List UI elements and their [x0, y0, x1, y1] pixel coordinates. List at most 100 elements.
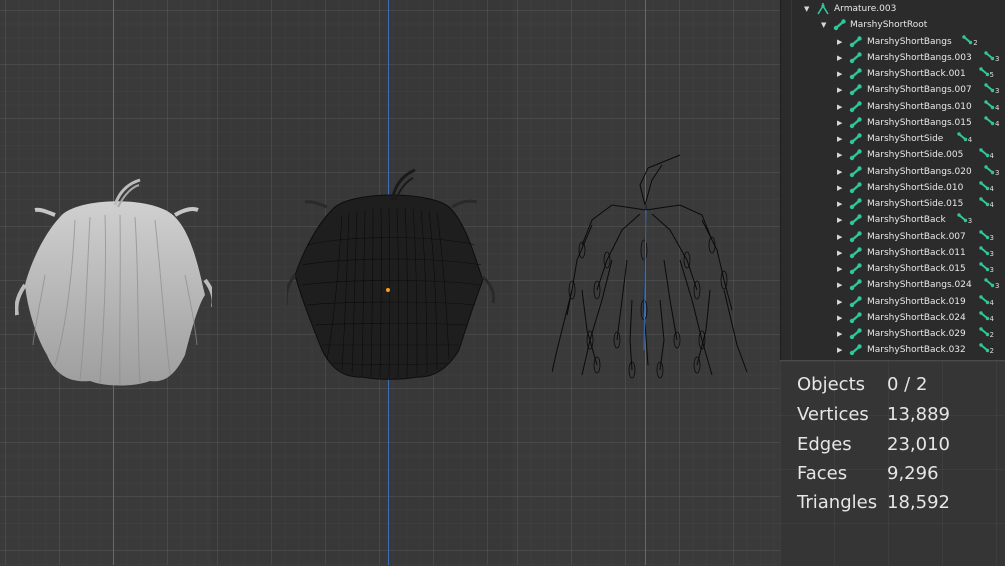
outliner-item[interactable]: ▶ MarshyShortBangs.024 3: [781, 277, 1005, 293]
outliner-item-label: MarshyShortBangs.010: [867, 101, 972, 112]
outliner-item[interactable]: ▶ MarshyShortBangs 2: [781, 34, 1005, 50]
collapsed-arrow-icon[interactable]: ▶: [837, 326, 842, 342]
outliner-item[interactable]: ▶ MarshyShortBack 3: [781, 212, 1005, 228]
child-count: 4: [995, 103, 1000, 112]
outliner-item[interactable]: ▶ MarshyShortBack.024 4: [781, 310, 1005, 326]
viewport-armature[interactable]: [512, 0, 780, 565]
collapsed-arrow-icon[interactable]: ▶: [837, 164, 842, 180]
collapsed-arrow-icon[interactable]: ▶: [837, 342, 842, 358]
collapsed-arrow-icon[interactable]: ▶: [837, 131, 842, 147]
outliner-item[interactable]: ▶ MarshyShortBack.011 3: [781, 245, 1005, 261]
bone-icon: [849, 182, 863, 194]
outliner-item[interactable]: ▼ MarshyShortRoot: [781, 17, 1005, 33]
outliner-item-label: MarshyShortBack.007: [867, 231, 966, 242]
child-count: 4: [989, 184, 995, 193]
viewport-wireframe[interactable]: [212, 0, 512, 565]
outliner-item-label: MarshyShortBangs.015: [867, 117, 972, 128]
stat-objects: Objects 0 / 2: [797, 371, 997, 399]
child-count: 5: [989, 71, 995, 79]
outliner-panel[interactable]: ▼ Armature.003 ▼ MarshyShortRoot ▶ MarshyShor…: [780, 0, 1005, 360]
collapsed-arrow-icon[interactable]: ▶: [837, 245, 842, 261]
collapsed-arrow-icon[interactable]: ▶: [837, 261, 842, 277]
collapsed-arrow-icon[interactable]: ▶: [837, 82, 842, 98]
collapsed-arrow-icon[interactable]: ▶: [837, 34, 842, 50]
bone-icon: [833, 19, 847, 31]
outliner-item[interactable]: ▶ MarshyShortSide.010 4: [781, 180, 1005, 196]
outliner-item-label: Armature.003: [834, 4, 897, 14]
bone-icon: [849, 247, 863, 259]
collapsed-arrow-icon[interactable]: ▶: [837, 277, 842, 293]
outliner-item[interactable]: ▶ MarshyShortBangs.007 3: [781, 82, 1005, 98]
stat-label: Faces: [797, 463, 848, 484]
outliner-item[interactable]: ▶ MarshyShortBack.029 2: [781, 326, 1005, 342]
child-count: 4: [995, 119, 1000, 128]
collapsed-arrow-icon[interactable]: ▶: [837, 310, 842, 326]
bone-icon: [849, 344, 863, 356]
outliner-item-label: MarshyShortBack.019: [867, 296, 966, 307]
collapsed-arrow-icon[interactable]: ▶: [837, 66, 842, 82]
outliner-item[interactable]: ▶ MarshyShortBangs.010 4: [781, 99, 1005, 115]
outliner-item[interactable]: ▶ MarshyShortBack.001 5: [781, 66, 1005, 82]
bone-icon: [849, 165, 863, 178]
collapsed-arrow-icon[interactable]: ▶: [837, 294, 842, 310]
bone-icon: [849, 198, 863, 210]
collapsed-arrow-icon[interactable]: ▶: [837, 229, 842, 245]
stat-faces: Faces 9,296: [797, 460, 997, 488]
outliner-item[interactable]: ▶ MarshyShortBack.019 4: [781, 294, 1005, 310]
scene-statistics: Objects 0 / 2 Vertices 13,889 Edges 23,0…: [780, 360, 1005, 566]
expand-arrow-icon[interactable]: ▼: [804, 1, 809, 17]
collapsed-arrow-icon[interactable]: ▶: [837, 147, 842, 163]
stat-value: 18,592: [887, 492, 950, 513]
child-count: 4: [989, 314, 995, 323]
child-count: 3: [995, 87, 1000, 96]
expand-arrow-icon[interactable]: ▼: [821, 17, 826, 33]
hair-wireframe-model: [287, 168, 496, 380]
outliner-item[interactable]: ▶ MarshyShortBangs.015 4: [781, 115, 1005, 131]
outliner-item[interactable]: ▶ MarshyShortBack.007 3: [781, 229, 1005, 245]
collapsed-arrow-icon[interactable]: ▶: [837, 50, 842, 66]
hair-solid-model: [15, 178, 215, 386]
bone-icon: [849, 52, 863, 64]
outliner-item-label: MarshyShortRoot: [850, 20, 928, 31]
stat-triangles: Triangles 18,592: [797, 489, 997, 517]
outliner-item[interactable]: ▶ MarshyShortBack.015 3: [781, 261, 1005, 277]
stat-vertices: Vertices 13,889: [797, 401, 997, 429]
collapsed-arrow-icon[interactable]: ▶: [837, 99, 842, 115]
outliner-item-label: MarshyShortBangs.007: [867, 85, 972, 96]
outliner-item[interactable]: ▶ MarshyShortBack.032 2: [781, 342, 1005, 358]
bone-icon: [849, 84, 863, 96]
outliner-item-label: MarshyShortBack.011: [867, 247, 966, 258]
bone-icon: [849, 295, 863, 308]
collapsed-arrow-icon[interactable]: ▶: [837, 115, 842, 131]
child-count: 3: [995, 54, 1000, 63]
outliner-item-label: MarshyShortBack.029: [867, 329, 966, 339]
outliner-item[interactable]: ▶ MarshyShortBangs.003 3: [781, 50, 1005, 66]
bone-icon: [849, 312, 863, 324]
stat-value: 0 / 2: [887, 374, 928, 395]
collapsed-arrow-icon[interactable]: ▶: [837, 180, 842, 196]
outliner-item[interactable]: ▶ MarshyShortBangs.020 3: [781, 164, 1005, 180]
armature-bones-model: [552, 154, 748, 379]
outliner-item-label: MarshyShortSide.010: [867, 182, 964, 193]
outliner-item-label: MarshyShortBack: [867, 215, 946, 226]
child-count: 3: [989, 233, 995, 242]
child-count: 2: [989, 347, 995, 356]
outliner-item[interactable]: ▶ MarshyShortSide 4: [781, 131, 1005, 147]
outliner-item-label: MarshyShortBack.015: [867, 264, 966, 274]
outliner-item[interactable]: ▼ Armature.003: [781, 1, 1005, 17]
bone-icon: [849, 328, 863, 340]
child-count: 2: [989, 331, 995, 339]
armature-icon: [816, 3, 830, 15]
collapsed-arrow-icon[interactable]: ▶: [837, 212, 842, 228]
stat-label: Triangles: [797, 492, 878, 513]
outliner-item-label: MarshyShortBack.032: [867, 345, 966, 356]
outliner-item-label: MarshyShortBack.001: [867, 69, 966, 79]
collapsed-arrow-icon[interactable]: ▶: [837, 196, 842, 212]
child-count: 2: [973, 38, 978, 47]
child-count: 4: [989, 201, 995, 209]
child-count: 4: [989, 298, 995, 307]
stat-value: 9,296: [887, 463, 939, 484]
outliner-item[interactable]: ▶ MarshyShortSide.005 4: [781, 147, 1005, 163]
outliner-item[interactable]: ▶ MarshyShortSide.015 4: [781, 196, 1005, 212]
child-count: 3: [989, 266, 995, 274]
